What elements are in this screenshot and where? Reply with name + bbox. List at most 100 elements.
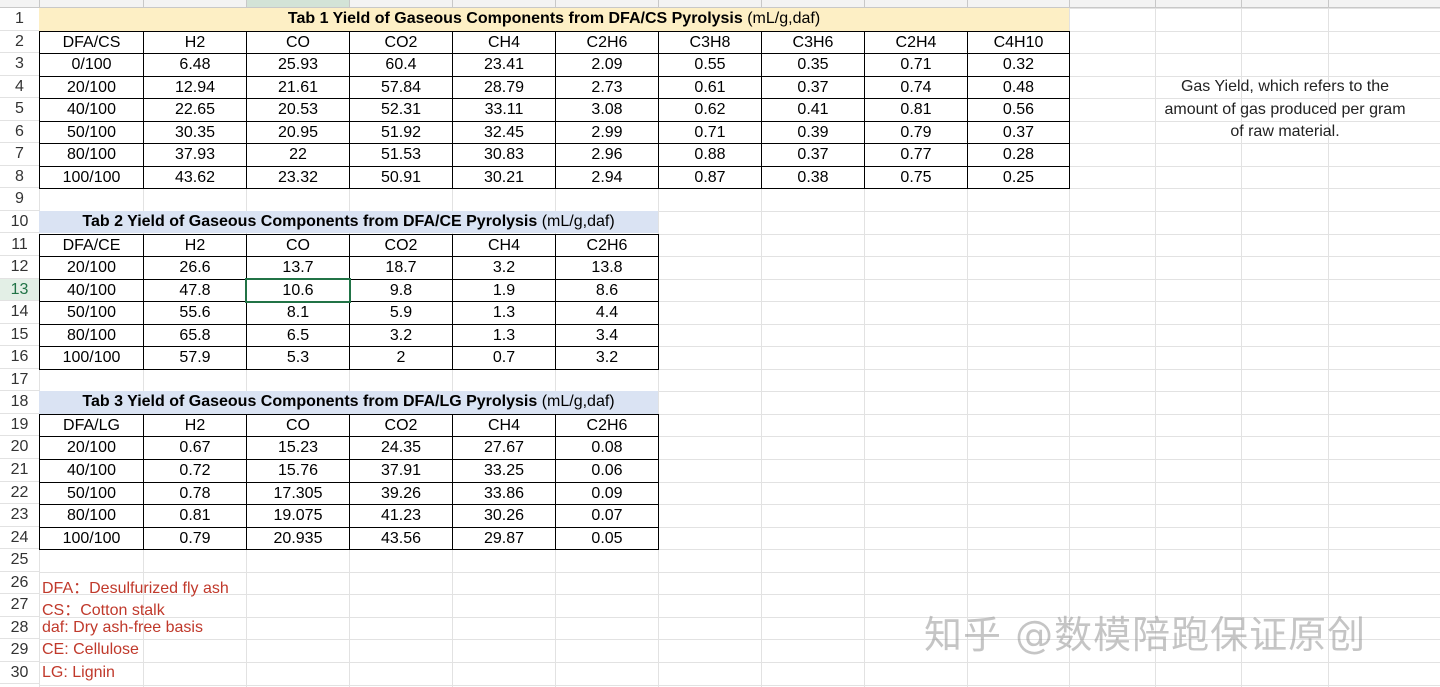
table1-cell[interactable]: 21.61 xyxy=(246,75,350,100)
table2-cell[interactable]: 8.6 xyxy=(555,278,659,303)
table2-cell[interactable]: 18.7 xyxy=(349,256,453,280)
table2-cell[interactable]: 0.7 xyxy=(452,346,556,370)
table1-cell[interactable]: 23.41 xyxy=(452,53,556,77)
table1-cell[interactable]: 57.84 xyxy=(349,75,453,100)
table3-cell[interactable]: 41.23 xyxy=(349,504,453,528)
row-header[interactable]: 25 xyxy=(0,549,39,572)
table1-cell[interactable]: 0.62 xyxy=(658,98,762,122)
table2-cell[interactable]: 5.3 xyxy=(246,346,350,370)
table2-cell[interactable]: 10.6 xyxy=(246,278,350,303)
table2-cell[interactable]: 2 xyxy=(349,346,453,370)
table1-cell[interactable]: 2.99 xyxy=(555,120,659,145)
table1-cell[interactable]: 52.31 xyxy=(349,98,453,122)
table2-cell[interactable]: 55.6 xyxy=(143,301,247,325)
table3-cell[interactable]: 20/100 xyxy=(39,436,144,460)
table1-cell[interactable]: 40/100 xyxy=(39,98,144,122)
row-header[interactable]: 1 xyxy=(0,8,39,31)
table1-cell[interactable]: 30.35 xyxy=(143,120,247,145)
table1-cell[interactable]: 0.87 xyxy=(658,165,762,190)
table1-cell[interactable]: 20/100 xyxy=(39,75,144,100)
table2-cell[interactable]: 26.6 xyxy=(143,256,247,280)
table3-cell[interactable]: 0.09 xyxy=(555,481,659,506)
table3-cell[interactable]: 0.06 xyxy=(555,459,659,483)
table1-header-cell[interactable]: DFA/CS xyxy=(39,30,144,55)
table1-cell[interactable]: 0.79 xyxy=(864,120,968,145)
table1-cell[interactable]: 0.75 xyxy=(864,165,968,190)
row-header[interactable]: 24 xyxy=(0,526,39,550)
table1-cell[interactable]: 28.79 xyxy=(452,75,556,100)
table1-cell[interactable]: 0.71 xyxy=(864,53,968,77)
table1-cell[interactable]: 2.73 xyxy=(555,75,659,100)
table3-cell[interactable]: 20.935 xyxy=(246,526,350,551)
row-header[interactable]: 15 xyxy=(0,323,39,347)
table2-header-cell[interactable]: C2H6 xyxy=(555,233,659,258)
table1-header-cell[interactable]: CO xyxy=(246,30,350,55)
table3-cell[interactable]: 100/100 xyxy=(39,526,144,551)
table2-cell[interactable]: 40/100 xyxy=(39,278,144,303)
row-header[interactable]: 4 xyxy=(0,75,39,99)
table1-cell[interactable]: 23.32 xyxy=(246,165,350,190)
table2-cell[interactable]: 3.4 xyxy=(555,323,659,348)
table3-cell[interactable]: 37.91 xyxy=(349,459,453,483)
table3-cell[interactable]: 24.35 xyxy=(349,436,453,460)
table1-cell[interactable]: 30.21 xyxy=(452,165,556,190)
table3-header-cell[interactable]: CH4 xyxy=(452,413,556,438)
table3-cell[interactable]: 17.305 xyxy=(246,481,350,506)
table2-cell[interactable]: 4.4 xyxy=(555,301,659,325)
table1-cell[interactable]: 37.93 xyxy=(143,143,247,167)
table1-cell[interactable]: 50.91 xyxy=(349,165,453,190)
table2-cell[interactable]: 6.5 xyxy=(246,323,350,348)
table2-header-cell[interactable]: CO xyxy=(246,233,350,258)
table1-cell[interactable]: 80/100 xyxy=(39,143,144,167)
table2-cell[interactable]: 47.8 xyxy=(143,278,247,303)
table3-cell[interactable]: 0.05 xyxy=(555,526,659,551)
table3-cell[interactable]: 0.07 xyxy=(555,504,659,528)
table3-header-cell[interactable]: CO xyxy=(246,413,350,438)
row-header[interactable]: 10 xyxy=(0,210,39,234)
table3-header-cell[interactable]: DFA/LG xyxy=(39,413,144,438)
table3-cell[interactable]: 15.23 xyxy=(246,436,350,460)
row-header[interactable]: 3 xyxy=(0,53,39,76)
table1-header-cell[interactable]: CO2 xyxy=(349,30,453,55)
table2-header-cell[interactable]: DFA/CE xyxy=(39,233,144,258)
table2-header-cell[interactable]: H2 xyxy=(143,233,247,258)
table1-cell[interactable]: 0.81 xyxy=(864,98,968,122)
table1-cell[interactable]: 0.77 xyxy=(864,143,968,167)
table1-cell[interactable]: 22.65 xyxy=(143,98,247,122)
table2-cell[interactable]: 100/100 xyxy=(39,346,144,370)
table3-cell[interactable]: 30.26 xyxy=(452,504,556,528)
table3-header-cell[interactable]: C2H6 xyxy=(555,413,659,438)
table1-cell[interactable]: 0.48 xyxy=(967,75,1070,100)
table3-cell[interactable]: 15.76 xyxy=(246,459,350,483)
table1-cell[interactable]: 0.38 xyxy=(761,165,865,190)
table1-cell[interactable]: 60.4 xyxy=(349,53,453,77)
table2-cell[interactable]: 65.8 xyxy=(143,323,247,348)
table3-cell[interactable]: 29.87 xyxy=(452,526,556,551)
table3-cell[interactable]: 80/100 xyxy=(39,504,144,528)
row-header[interactable]: 26 xyxy=(0,571,39,595)
row-header[interactable]: 11 xyxy=(0,233,39,257)
table1-cell[interactable]: 2.94 xyxy=(555,165,659,190)
table3-cell[interactable]: 43.56 xyxy=(349,526,453,551)
table2-cell[interactable]: 3.2 xyxy=(349,323,453,348)
row-header[interactable]: 9 xyxy=(0,188,39,211)
row-header[interactable]: 28 xyxy=(0,616,39,640)
table2-cell[interactable]: 13.8 xyxy=(555,256,659,280)
table1-cell[interactable]: 0.88 xyxy=(658,143,762,167)
table1-header-cell[interactable]: C2H6 xyxy=(555,30,659,55)
table1-cell[interactable]: 0.25 xyxy=(967,165,1070,190)
table3-cell[interactable]: 40/100 xyxy=(39,459,144,483)
table1-cell[interactable]: 25.93 xyxy=(246,53,350,77)
table2-cell[interactable]: 20/100 xyxy=(39,256,144,280)
table1-cell[interactable]: 6.48 xyxy=(143,53,247,77)
table1-cell[interactable]: 0.74 xyxy=(864,75,968,100)
table1-cell[interactable]: 50/100 xyxy=(39,120,144,145)
table2-header-cell[interactable]: CH4 xyxy=(452,233,556,258)
table2-cell[interactable]: 57.9 xyxy=(143,346,247,370)
row-header[interactable]: 20 xyxy=(0,436,39,459)
table1-cell[interactable]: 0.35 xyxy=(761,53,865,77)
table1-cell[interactable]: 20.95 xyxy=(246,120,350,145)
table1-cell[interactable]: 0/100 xyxy=(39,53,144,77)
row-header[interactable]: 17 xyxy=(0,368,39,392)
table1-header-cell[interactable]: C2H4 xyxy=(864,30,968,55)
